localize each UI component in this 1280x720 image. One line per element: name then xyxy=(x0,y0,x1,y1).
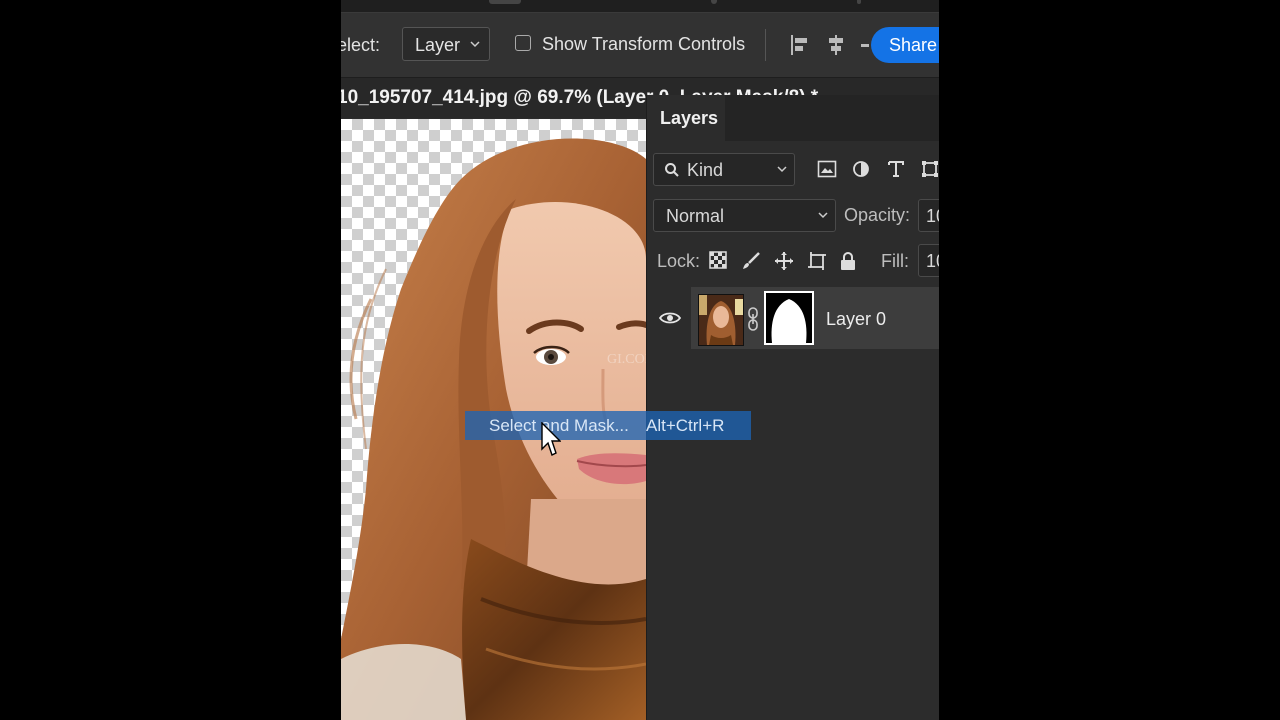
auto-select-label: elect: xyxy=(341,35,381,55)
layer-mask-silhouette xyxy=(771,299,807,343)
layer-name[interactable]: Layer 0 xyxy=(826,309,886,330)
layers-panel: Layers Kind Normal Opacity: 100% Lock: F… xyxy=(646,95,939,720)
chevron-down-icon xyxy=(777,166,787,173)
filter-kind-value: Kind xyxy=(687,160,724,180)
tab-layers[interactable]: Layers xyxy=(647,95,725,141)
watermark-text: GI.COM xyxy=(607,352,646,367)
layer-mask-thumbnail[interactable] xyxy=(764,291,814,345)
share-button[interactable]: Share xyxy=(871,27,939,63)
menu-item-shortcut: Alt+Ctrl+R xyxy=(646,416,725,435)
lock-image-pixels-brush-icon[interactable] xyxy=(741,251,761,271)
layer-kind-filter-dropdown[interactable]: Kind xyxy=(653,153,795,186)
menu-item-fragment[interactable] xyxy=(711,0,717,4)
show-transform-controls-checkbox[interactable] xyxy=(515,35,531,51)
search-icon xyxy=(665,163,679,177)
options-bar: elect: Layer Show Transform Controls Sha… xyxy=(341,13,939,78)
blend-mode-value: Normal xyxy=(666,206,725,226)
prevent-auto-nesting-artboard-icon[interactable] xyxy=(807,251,827,271)
layer-thumbnail[interactable] xyxy=(698,294,744,346)
context-menu-item-select-and-mask[interactable]: Select and Mask... Alt+Ctrl+R xyxy=(465,411,751,440)
menu-item-fragment[interactable] xyxy=(857,0,861,4)
menu-item-fragment[interactable] xyxy=(489,0,521,4)
blend-mode-dropdown[interactable]: Normal xyxy=(653,199,836,232)
show-transform-controls-label[interactable]: Show Transform Controls xyxy=(542,34,745,55)
type-layer-filter-icon[interactable] xyxy=(888,160,904,178)
fill-label: Fill: xyxy=(881,251,909,271)
chevron-down-icon xyxy=(818,212,828,219)
toolbar-divider xyxy=(765,29,766,61)
layer-thumbnail-image xyxy=(699,295,743,345)
mouse-pointer-icon xyxy=(541,422,561,456)
fill-input[interactable]: 100% xyxy=(918,244,939,277)
photoshop-window: elect: Layer Show Transform Controls Sha… xyxy=(341,0,939,720)
pixel-layer-filter-icon[interactable] xyxy=(817,160,837,178)
shape-layer-filter-icon[interactable] xyxy=(921,160,939,178)
align-horizontal-centers-icon[interactable] xyxy=(825,33,847,57)
adjustment-layer-filter-icon[interactable] xyxy=(852,160,870,178)
auto-select-target-dropdown[interactable]: Layer xyxy=(402,27,490,61)
menu-bar xyxy=(341,0,939,13)
align-left-edges-icon[interactable] xyxy=(789,33,811,57)
eye-visibility-icon[interactable] xyxy=(659,311,681,325)
dropdown-value: Layer xyxy=(415,35,461,55)
chain-link-icon[interactable] xyxy=(747,307,759,331)
layer-row[interactable]: Layer 0 xyxy=(647,287,939,351)
opacity-input[interactable]: 100% xyxy=(918,199,939,232)
lock-transparent-pixels-icon[interactable] xyxy=(709,251,727,269)
lock-label: Lock: xyxy=(657,251,701,271)
opacity-label: Opacity: xyxy=(844,205,911,225)
chevron-down-icon xyxy=(470,41,480,48)
lock-position-move-icon[interactable] xyxy=(774,251,794,271)
lock-all-padlock-icon[interactable] xyxy=(839,251,857,271)
align-right-edges-icon[interactable] xyxy=(859,33,869,57)
